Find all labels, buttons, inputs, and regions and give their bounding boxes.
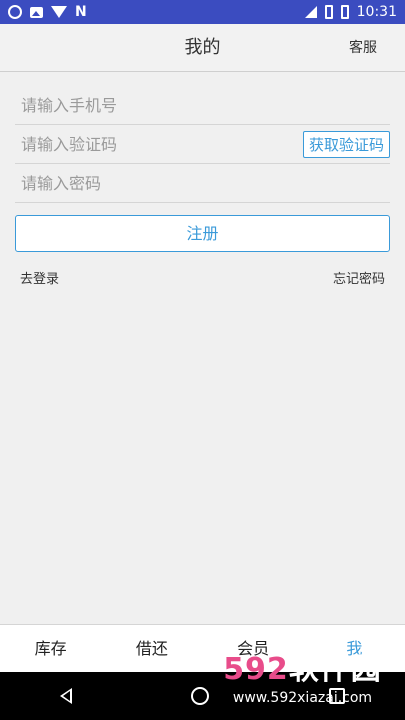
tab-borrow-return[interactable]: 借还 bbox=[101, 625, 202, 672]
code-field: 获取验证码 bbox=[15, 125, 390, 164]
image-icon bbox=[30, 6, 43, 18]
status-right: 10:31 bbox=[304, 4, 397, 20]
page-title: 我的 bbox=[184, 37, 221, 58]
phone-field bbox=[15, 86, 390, 125]
watermark-url: www.592xiazai.com bbox=[232, 690, 373, 706]
back-icon[interactable] bbox=[59, 688, 72, 704]
watermark-logo: 592软件园 bbox=[223, 644, 382, 688]
watermark-number: 592 bbox=[223, 652, 289, 687]
watermark: 592软件园 www.592xiazai.com bbox=[200, 630, 405, 720]
forgot-password-link[interactable]: 忘记密码 bbox=[333, 268, 385, 287]
watermark-name: 软件园 bbox=[288, 652, 382, 687]
battery-icon bbox=[340, 5, 349, 19]
status-left: N bbox=[8, 4, 87, 20]
customer-service-button[interactable]: 客服 bbox=[349, 24, 377, 72]
status-time: 10:31 bbox=[356, 4, 397, 20]
auth-links: 去登录 忘记密码 bbox=[20, 268, 385, 287]
go-login-link[interactable]: 去登录 bbox=[20, 268, 59, 287]
wifi-question-icon bbox=[51, 6, 67, 18]
get-code-button[interactable]: 获取验证码 bbox=[302, 130, 390, 158]
no-sim-icon bbox=[324, 5, 333, 19]
n-icon: N bbox=[75, 4, 87, 20]
tab-inventory[interactable]: 库存 bbox=[0, 625, 101, 672]
header: 我的 客服 bbox=[0, 24, 405, 72]
code-input[interactable] bbox=[15, 134, 275, 154]
phone-input[interactable] bbox=[15, 95, 275, 115]
status-bar: N 10:31 bbox=[0, 0, 405, 24]
password-input[interactable] bbox=[15, 173, 275, 193]
signal-icon bbox=[304, 6, 317, 18]
sync-icon bbox=[8, 5, 22, 19]
register-button[interactable]: 注册 bbox=[15, 215, 390, 252]
register-form: 获取验证码 bbox=[15, 86, 390, 203]
password-field bbox=[15, 164, 390, 203]
